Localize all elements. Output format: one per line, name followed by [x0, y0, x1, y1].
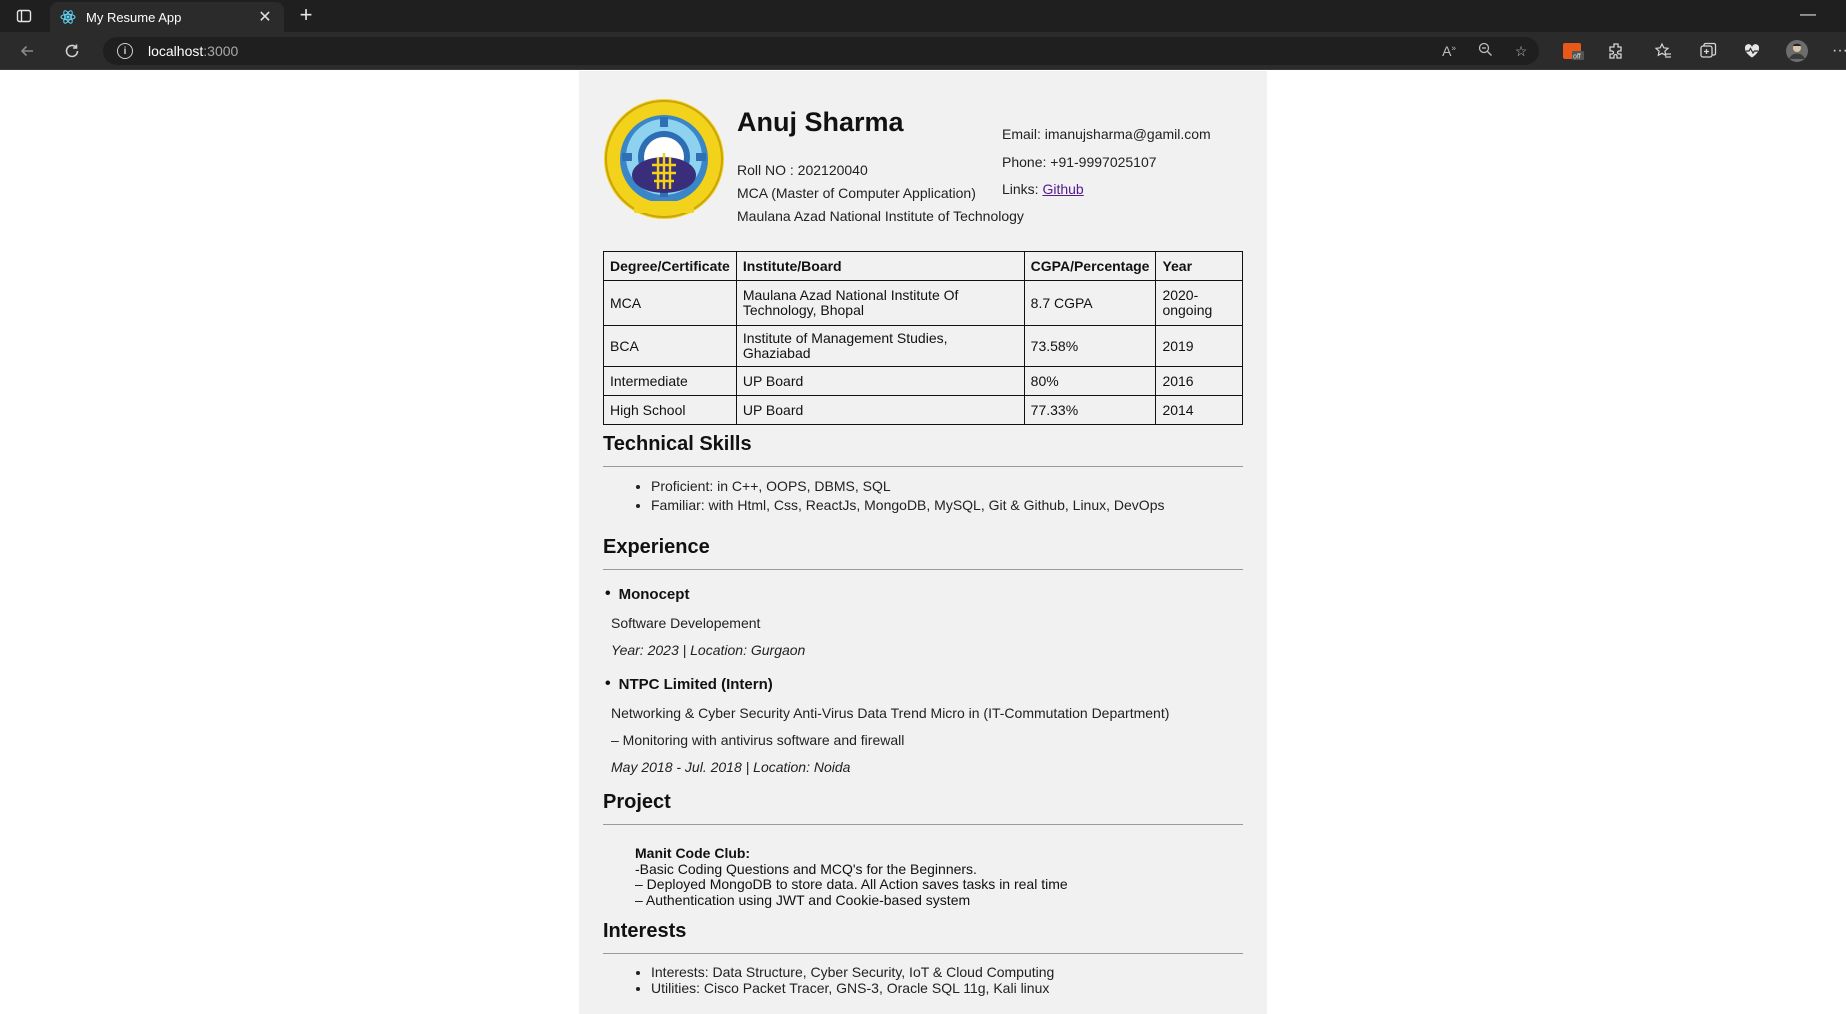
list-item: Utilities: Cisco Packet Tracer, GNS-3, O…	[651, 980, 1243, 997]
table-cell: High School	[603, 395, 737, 425]
profile-icon[interactable]	[1785, 40, 1809, 62]
section-heading: Project	[603, 791, 1243, 825]
table-header: Degree/Certificate	[603, 251, 737, 281]
table-cell: 73.58%	[1023, 325, 1157, 367]
add-favorite-icon[interactable]: ☆	[1503, 43, 1539, 60]
program-name: MCA (Master of Computer Application)	[737, 185, 976, 201]
links-row: Links: Github	[1002, 181, 1084, 197]
section-heading: Experience	[603, 536, 1243, 570]
project-line: -Basic Coding Questions and MCQ's for th…	[635, 860, 977, 877]
section-heading: Interests	[603, 920, 1243, 954]
company-name: NTPC Limited (Intern)	[611, 675, 1211, 693]
table-cell: MCA	[603, 280, 737, 326]
tab-title: My Resume App	[86, 9, 182, 25]
extension-off-icon[interactable]: off	[1561, 40, 1585, 62]
back-icon[interactable]	[16, 40, 38, 62]
table-cell: Maulana Azad National Institute Of Techn…	[735, 280, 1025, 326]
education-table: Degree/Certificate Institute/Board CGPA/…	[603, 251, 1243, 425]
collections-icon[interactable]	[1696, 40, 1720, 62]
table-cell: 2014	[1155, 395, 1243, 425]
close-icon[interactable]: ✕	[256, 8, 274, 26]
table-cell: 2020-ongoing	[1155, 280, 1243, 326]
experience-meta: Year: 2023 | Location: Gurgaon	[611, 642, 806, 658]
table-cell: BCA	[603, 325, 737, 367]
table-cell: UP Board	[735, 395, 1025, 425]
phone-text: Phone: +91-9997025107	[1002, 154, 1157, 170]
zoom-out-icon[interactable]	[1467, 42, 1503, 60]
react-favicon-icon	[60, 9, 76, 25]
list-item: Proficient: in C++, OOPS, DBMS, SQL	[651, 477, 1243, 496]
project-title: Manit Code Club:	[635, 845, 751, 861]
institute-name: Maulana Azad National Institute of Techn…	[737, 208, 1024, 224]
table-header: Year	[1155, 251, 1243, 281]
roll-number: Roll NO : 202120040	[737, 162, 868, 178]
table-row: High School UP Board 77.33% 2014	[603, 395, 1243, 425]
table-row: BCA Institute of Management Studies, Gha…	[603, 325, 1243, 367]
plus-icon[interactable]: +	[294, 4, 318, 28]
table-cell: 2019	[1155, 325, 1243, 367]
address-bar: i localhost:3000 A» ☆ off ···	[0, 32, 1846, 70]
table-row: Intermediate UP Board 80% 2016	[603, 366, 1243, 396]
table-cell: 77.33%	[1023, 395, 1157, 425]
interests-section: Interests Interests: Data Structure, Cyb…	[603, 920, 1243, 996]
table-cell: 8.7 CGPA	[1023, 280, 1157, 326]
section-heading: Technical Skills	[603, 433, 1243, 467]
url-host: localhost	[148, 43, 204, 59]
email-text: Email: imanujsharma@gamil.com	[1002, 126, 1211, 142]
list-item: Familiar: with Html, Css, ReactJs, Mongo…	[651, 496, 1243, 515]
experience-item: NTPC Limited (Intern) Networking & Cyber…	[611, 675, 1211, 776]
table-header: Institute/Board	[735, 251, 1025, 281]
institute-logo	[602, 97, 726, 221]
experience-section: Experience	[603, 536, 1243, 570]
project-line: – Authentication using JWT and Cookie-ba…	[635, 891, 971, 908]
role-text: Networking & Cyber Security Anti-Virus D…	[611, 705, 1170, 721]
read-aloud-icon[interactable]: A»	[1431, 43, 1467, 59]
experience-item: Monocept Software Developement Year: 202…	[611, 585, 1211, 659]
experience-meta: May 2018 - Jul. 2018 | Location: Noida	[611, 759, 851, 775]
browser-tab-bar: My Resume App ✕ + —	[0, 0, 1846, 32]
table-cell: Institute of Management Studies, Ghaziab…	[735, 325, 1025, 367]
health-icon[interactable]	[1740, 40, 1764, 62]
project-line: – Deployed MongoDB to store data. All Ac…	[635, 876, 1068, 892]
browser-tab[interactable]: My Resume App ✕	[50, 2, 284, 32]
omnibox-icons: A» ☆	[1431, 37, 1539, 65]
table-header-row: Degree/Certificate Institute/Board CGPA/…	[603, 251, 1243, 281]
skills-section: Technical Skills Proficient: in C++, OOP…	[603, 433, 1243, 515]
url-port: :3000	[203, 43, 239, 59]
table-cell: Intermediate	[603, 366, 737, 396]
svg-text:off: off	[1573, 54, 1581, 61]
list-item: Interests: Data Structure, Cyber Securit…	[651, 964, 1243, 981]
table-header: CGPA/Percentage	[1023, 251, 1157, 281]
project-item: Manit Code Club: -Basic Coding Questions…	[635, 845, 1068, 908]
more-icon[interactable]: ···	[1828, 40, 1846, 62]
refresh-icon[interactable]	[61, 40, 83, 62]
url-bar[interactable]: i localhost:3000 A» ☆	[103, 37, 1539, 65]
role-text: Software Developement	[611, 615, 761, 631]
github-link[interactable]: Github	[1042, 181, 1083, 197]
info-icon[interactable]: i	[117, 43, 133, 59]
page-viewport: Anuj Sharma Roll NO : 202120040 MCA (Mas…	[0, 71, 1846, 1014]
table-cell: 2016	[1155, 366, 1243, 396]
minimize-icon[interactable]: —	[1800, 6, 1816, 24]
interests-list: Interests: Data Structure, Cyber Securit…	[651, 964, 1243, 997]
resume-header: Anuj Sharma Roll NO : 202120040 MCA (Mas…	[602, 97, 1242, 227]
tab-actions-icon[interactable]	[0, 0, 48, 32]
role-detail: – Monitoring with antivirus software and…	[611, 732, 905, 748]
project-section: Project	[603, 791, 1243, 825]
resume-container: Anuj Sharma Roll NO : 202120040 MCA (Mas…	[579, 71, 1267, 1014]
extensions-icon[interactable]	[1604, 40, 1628, 62]
company-name: Monocept	[611, 585, 1211, 603]
skills-list: Proficient: in C++, OOPS, DBMS, SQL Fami…	[651, 477, 1243, 515]
candidate-name: Anuj Sharma	[737, 107, 904, 137]
table-row: MCA Maulana Azad National Institute Of T…	[603, 280, 1243, 326]
table-cell: 80%	[1023, 366, 1157, 396]
table-cell: UP Board	[735, 366, 1025, 396]
favorites-icon[interactable]	[1651, 40, 1675, 62]
links-label: Links:	[1002, 181, 1039, 197]
